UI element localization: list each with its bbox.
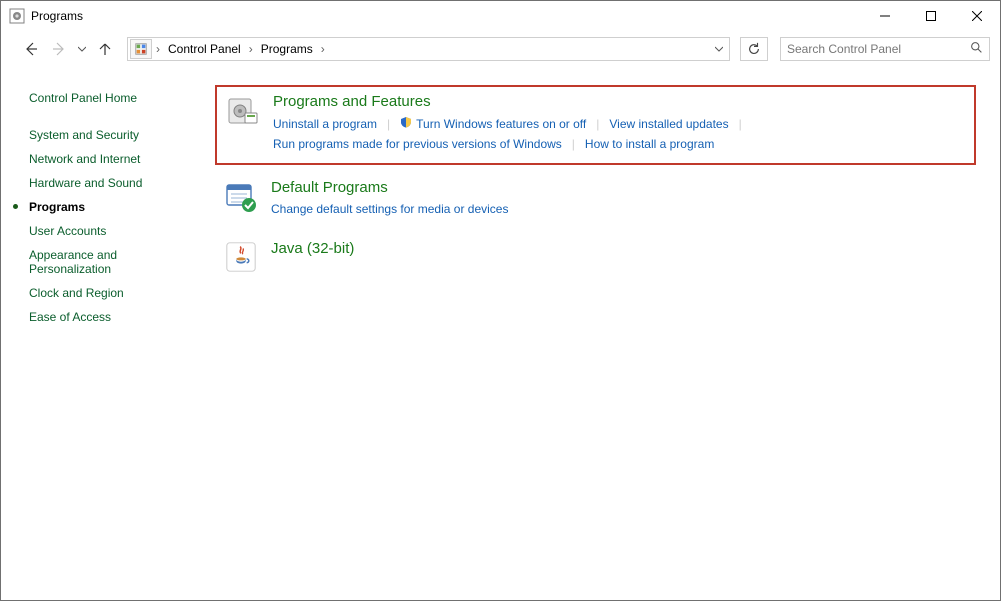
forward-button[interactable]	[47, 37, 71, 61]
chevron-right-icon[interactable]: ›	[154, 42, 162, 56]
up-button[interactable]	[93, 37, 117, 61]
back-button[interactable]	[19, 37, 43, 61]
app-icon	[9, 8, 25, 24]
search-icon[interactable]	[970, 41, 983, 57]
sidebar-home[interactable]: Control Panel Home	[25, 91, 195, 105]
address-bar[interactable]: › Control Panel › Programs ›	[127, 37, 730, 61]
link-turn-windows-features[interactable]: Turn Windows features on or off	[400, 114, 586, 133]
category-default-programs: Default Programs Change default settings…	[215, 175, 976, 222]
breadcrumb: › Control Panel › Programs ›	[154, 38, 327, 60]
chevron-right-icon[interactable]: ›	[319, 42, 327, 56]
link-uninstall-program[interactable]: Uninstall a program	[273, 115, 377, 133]
refresh-button[interactable]	[740, 37, 768, 61]
maximize-button[interactable]	[908, 1, 954, 31]
category-java: Java (32-bit)	[215, 236, 976, 280]
content: Programs and Features Uninstall a progra…	[195, 85, 976, 590]
default-programs-icon	[221, 179, 261, 215]
breadcrumb-root[interactable]: Control Panel	[162, 42, 247, 56]
category-title[interactable]: Default Programs	[271, 179, 970, 196]
search-input[interactable]	[787, 42, 970, 56]
close-button[interactable]	[954, 1, 1000, 31]
location-icon	[130, 39, 152, 59]
recent-dropdown[interactable]	[75, 37, 89, 61]
window-title: Programs	[31, 9, 83, 23]
address-dropdown[interactable]	[709, 45, 729, 53]
link-how-to-install[interactable]: How to install a program	[585, 135, 714, 153]
programs-features-icon	[223, 93, 263, 129]
sidebar-item-hardware[interactable]: Hardware and Sound	[25, 171, 195, 195]
navbar: › Control Panel › Programs ›	[1, 31, 1000, 67]
java-icon	[221, 240, 261, 276]
chevron-right-icon[interactable]: ›	[247, 42, 255, 56]
sidebar-item-programs[interactable]: Programs	[25, 195, 195, 219]
window: Programs	[0, 0, 1001, 601]
breadcrumb-current[interactable]: Programs	[255, 42, 319, 56]
link-run-compat[interactable]: Run programs made for previous versions …	[273, 135, 562, 153]
link-view-installed-updates[interactable]: View installed updates	[609, 115, 728, 133]
minimize-button[interactable]	[862, 1, 908, 31]
category-title[interactable]: Java (32-bit)	[271, 240, 970, 257]
search-box[interactable]	[780, 37, 990, 61]
sidebar-item-network[interactable]: Network and Internet	[25, 147, 195, 171]
separator: |	[377, 117, 400, 131]
titlebar: Programs	[1, 1, 1000, 31]
separator: |	[729, 117, 752, 131]
category-programs-features: Programs and Features Uninstall a progra…	[215, 85, 976, 165]
sidebar-item-user-accounts[interactable]: User Accounts	[25, 219, 195, 243]
sidebar-item-clock-region[interactable]: Clock and Region	[25, 281, 195, 305]
body: Control Panel Home System and Security N…	[1, 67, 1000, 600]
separator: |	[562, 137, 585, 151]
link-change-defaults[interactable]: Change default settings for media or dev…	[271, 200, 508, 218]
sidebar: Control Panel Home System and Security N…	[25, 85, 195, 590]
link-label: Turn Windows features on or off	[416, 117, 586, 131]
sidebar-item-system-security[interactable]: System and Security	[25, 123, 195, 147]
category-title[interactable]: Programs and Features	[273, 93, 968, 110]
separator: |	[586, 117, 609, 131]
sidebar-item-ease-access[interactable]: Ease of Access	[25, 305, 195, 329]
sidebar-item-appearance[interactable]: Appearance and Personalization	[25, 243, 155, 281]
shield-icon	[400, 116, 412, 131]
